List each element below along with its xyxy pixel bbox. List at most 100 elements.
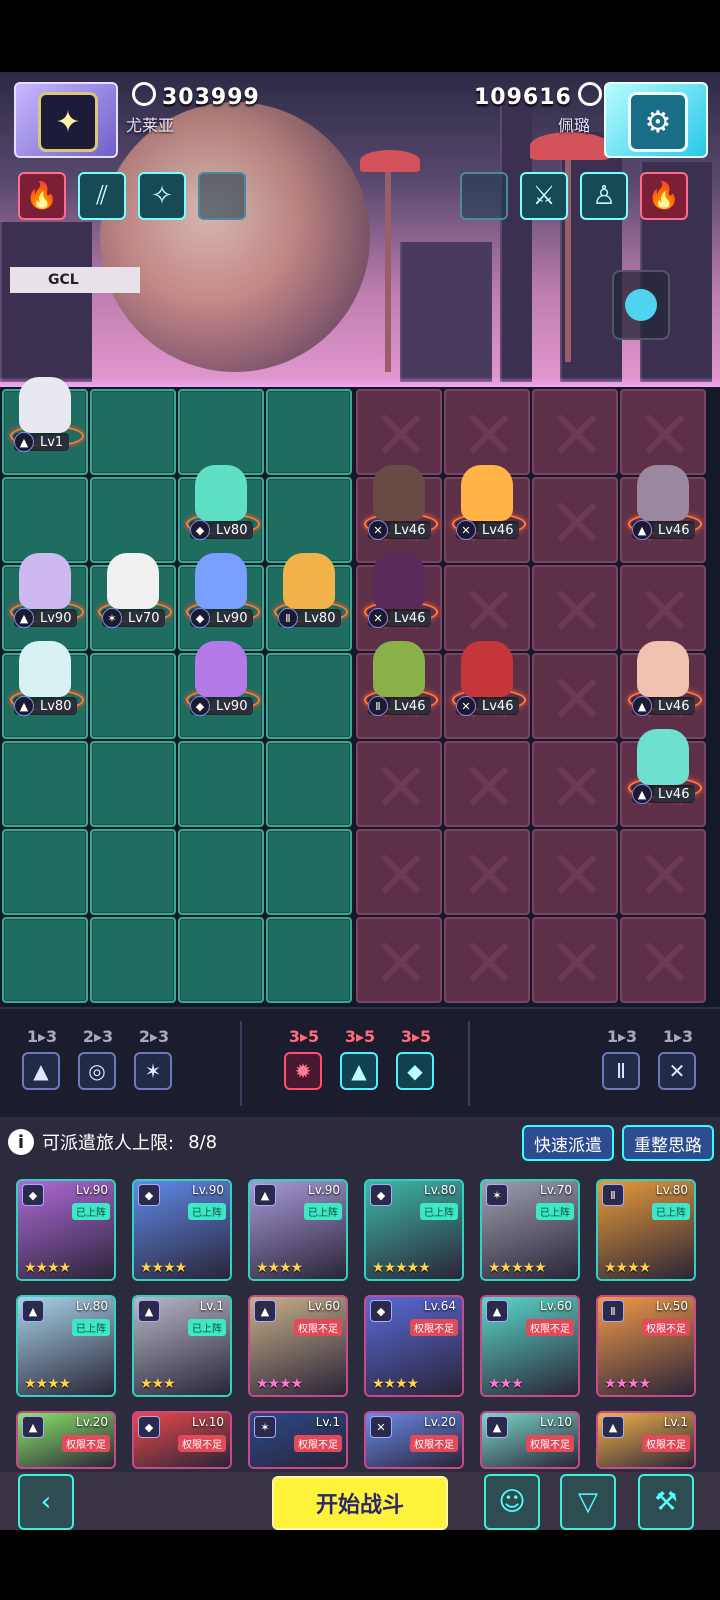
enemy-unit[interactable]: ✕ Lv46 <box>356 547 442 633</box>
ally-board-cell[interactable] <box>90 389 176 475</box>
synergy-badge[interactable]: 3▸5 ✹ <box>284 1027 324 1090</box>
settings-button[interactable]: ⚒ <box>638 1474 694 1530</box>
enemy-board-cell[interactable] <box>444 741 530 827</box>
traveler-card[interactable]: ✕ Lv.20 权限不足 <box>364 1411 464 1469</box>
double-slash-icon[interactable]: ⫽ <box>78 172 126 220</box>
ally-board-cell[interactable] <box>178 741 264 827</box>
synergy-badge[interactable]: 1▸3 ✕ <box>658 1027 698 1090</box>
enemy-unit[interactable]: ▲ Lv46 <box>620 635 706 721</box>
fire-icon[interactable]: 🔥 <box>18 172 66 220</box>
back-button[interactable]: ‹ <box>18 1474 74 1530</box>
start-battle-button[interactable]: 开始战斗 <box>272 1476 448 1530</box>
ally-board-cell[interactable] <box>2 917 88 1003</box>
unit-level: Lv46 <box>654 786 696 802</box>
ally-board-cell[interactable] <box>266 917 352 1003</box>
traveler-card[interactable]: ▲ Lv.1 权限不足 <box>596 1411 696 1469</box>
enemy-unit[interactable]: ▲ Lv46 <box>620 723 706 809</box>
strategy-button[interactable]: ☺ <box>484 1474 540 1530</box>
sword-icon[interactable]: ⚔ <box>520 172 568 220</box>
unit-level-tag: ✕ Lv46 <box>456 520 520 540</box>
synergy-badge[interactable]: 1▸3 ▲ <box>22 1027 62 1090</box>
ally-board-cell[interactable] <box>266 653 352 739</box>
synergy-badge[interactable]: 1▸3 Ⅱ <box>602 1027 642 1090</box>
traveler-card[interactable]: ◆ Lv.90 已上阵 ★★★★ <box>132 1179 232 1281</box>
unit-sprite <box>637 729 689 785</box>
ally-unit[interactable]: ✶ Lv70 <box>90 547 176 633</box>
traveler-card[interactable]: ◆ Lv.80 已上阵 ★★★★★ <box>364 1179 464 1281</box>
traveler-card[interactable]: ◆ Lv.90 已上阵 ★★★★ <box>16 1179 116 1281</box>
unit-level-tag: ✕ Lv46 <box>368 520 432 540</box>
enemy-board-cell[interactable] <box>532 829 618 915</box>
enemy-board-cell[interactable] <box>532 565 618 651</box>
enemy-board-cell[interactable] <box>532 389 618 475</box>
ally-unit[interactable]: ◆ Lv90 <box>178 635 264 721</box>
reset-button[interactable]: 重整思路 <box>622 1125 714 1161</box>
enemy-unit[interactable]: Ⅱ Lv46 <box>356 635 442 721</box>
chat-emote-button[interactable] <box>612 270 670 340</box>
ally-unit[interactable]: ◆ Lv90 <box>178 547 264 633</box>
traveler-card[interactable]: ▲ Lv.20 权限不足 <box>16 1411 116 1469</box>
ally-unit[interactable]: ▲ Lv1 <box>2 371 88 457</box>
ally-board-cell[interactable] <box>178 829 264 915</box>
ally-unit[interactable]: Ⅱ Lv80 <box>266 547 352 633</box>
ally-board-cell[interactable] <box>90 653 176 739</box>
filter-button[interactable]: ▽ <box>560 1474 616 1530</box>
ally-board-cell[interactable] <box>2 829 88 915</box>
quick-deploy-button[interactable]: 快速派遣 <box>522 1125 614 1161</box>
enemy-board-cell[interactable] <box>620 829 706 915</box>
enemy-unit[interactable]: ▲ Lv46 <box>620 459 706 545</box>
synergy-badge[interactable]: 3▸5 ▲ <box>340 1027 380 1090</box>
empty-skill-slot[interactable] <box>460 172 508 220</box>
enemy-board-cell[interactable] <box>620 917 706 1003</box>
traveler-card[interactable]: ▲ Lv.60 权限不足 ★★★★ <box>248 1295 348 1397</box>
traveler-card[interactable]: ▲ Lv.10 权限不足 <box>480 1411 580 1469</box>
ally-unit[interactable]: ◆ Lv80 <box>178 459 264 545</box>
ally-board-cell[interactable] <box>90 917 176 1003</box>
enemy-board-cell[interactable] <box>532 741 618 827</box>
traveler-card[interactable]: ▲ Lv.90 已上阵 ★★★★ <box>248 1179 348 1281</box>
traveler-card[interactable]: ▲ Lv.1 已上阵 ★★★ <box>132 1295 232 1397</box>
enemy-unit[interactable]: ✕ Lv46 <box>444 459 530 545</box>
enemy-board-cell[interactable] <box>532 477 618 563</box>
traveler-card[interactable]: ▲ Lv.80 已上阵 ★★★★ <box>16 1295 116 1397</box>
unit-level-tag: ◆ Lv80 <box>190 520 254 540</box>
unit-level: Lv80 <box>300 610 342 626</box>
meditate-icon[interactable]: ♙ <box>580 172 628 220</box>
ally-board-cell[interactable] <box>266 741 352 827</box>
enemy-board-cell[interactable] <box>356 741 442 827</box>
enemy-board-cell[interactable] <box>356 829 442 915</box>
info-icon[interactable]: i <box>8 1129 34 1155</box>
enemy-board-cell[interactable] <box>444 829 530 915</box>
enemy-board-cell[interactable] <box>532 653 618 739</box>
empty-skill-slot[interactable] <box>198 172 246 220</box>
traveler-card[interactable]: ✶ Lv.70 已上阵 ★★★★★ <box>480 1179 580 1281</box>
traveler-card[interactable]: ◆ Lv.10 权限不足 <box>132 1411 232 1469</box>
coin-icon <box>132 82 156 106</box>
enemy-board-cell[interactable] <box>356 917 442 1003</box>
ally-board-cell[interactable] <box>266 389 352 475</box>
enemy-board-cell[interactable] <box>532 917 618 1003</box>
player-avatar-left[interactable]: ✦ <box>14 82 118 158</box>
ally-board-cell[interactable] <box>90 741 176 827</box>
traveler-card[interactable]: Ⅱ Lv.50 权限不足 ★★★★ <box>596 1295 696 1397</box>
synergy-badge[interactable]: 2▸3 ✶ <box>134 1027 174 1090</box>
enemy-board-cell[interactable] <box>444 917 530 1003</box>
traveler-card[interactable]: ◆ Lv.64 权限不足 ★★★★ <box>364 1295 464 1397</box>
sparkle-icon[interactable]: ✧ <box>138 172 186 220</box>
synergy-badge[interactable]: 3▸5 ◆ <box>396 1027 436 1090</box>
synergy-badge[interactable]: 2▸3 ◎ <box>78 1027 118 1090</box>
ally-unit[interactable]: ▲ Lv80 <box>2 635 88 721</box>
ally-board-cell[interactable] <box>2 741 88 827</box>
synergy-icon: ✶ <box>134 1052 172 1090</box>
ally-board-cell[interactable] <box>90 829 176 915</box>
enemy-unit[interactable]: ✕ Lv46 <box>444 635 530 721</box>
traveler-card[interactable]: Ⅱ Lv.80 已上阵 ★★★★ <box>596 1179 696 1281</box>
traveler-card[interactable]: ✶ Lv.1 权限不足 <box>248 1411 348 1469</box>
enemy-unit[interactable]: ✕ Lv46 <box>356 459 442 545</box>
ally-unit[interactable]: ▲ Lv90 <box>2 547 88 633</box>
ally-board-cell[interactable] <box>266 829 352 915</box>
player-avatar-right[interactable]: ⚙ <box>604 82 708 158</box>
ally-board-cell[interactable] <box>178 917 264 1003</box>
fire-icon[interactable]: 🔥 <box>640 172 688 220</box>
traveler-card[interactable]: ▲ Lv.60 权限不足 ★★★ <box>480 1295 580 1397</box>
